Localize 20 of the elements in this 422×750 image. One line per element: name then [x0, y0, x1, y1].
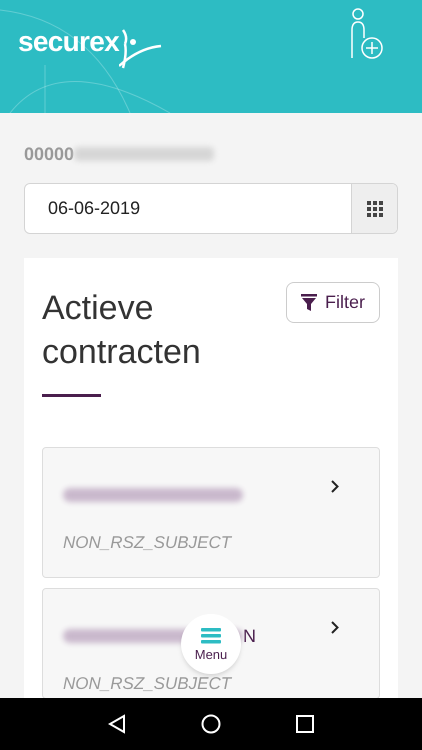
title-underline — [42, 394, 101, 398]
filter-button[interactable]: Filter — [286, 282, 380, 323]
account-number: 00000 — [24, 145, 74, 163]
menu-icon — [201, 628, 221, 644]
contract-subject: NON_RSZ_SUBJECT — [63, 673, 233, 696]
grid-icon — [366, 200, 382, 216]
logo-text: securex — [18, 28, 119, 56]
recent-apps-icon[interactable] — [296, 715, 314, 733]
back-icon[interactable] — [108, 714, 126, 734]
chevron-right-icon — [331, 480, 339, 494]
date-field[interactable]: 06-06-2019 — [24, 183, 398, 234]
contract-subject: NON_RSZ_SUBJECT — [63, 532, 233, 554]
calendar-button[interactable] — [351, 184, 397, 233]
contract-name: N — [243, 624, 256, 648]
figure-logo-icon — [118, 28, 163, 70]
panel-title: Actieve contracten — [42, 288, 202, 374]
date-input[interactable]: 06-06-2019 — [25, 184, 351, 233]
chevron-right-icon — [331, 621, 339, 634]
filter-icon — [301, 294, 317, 312]
home-icon[interactable] — [200, 714, 221, 734]
